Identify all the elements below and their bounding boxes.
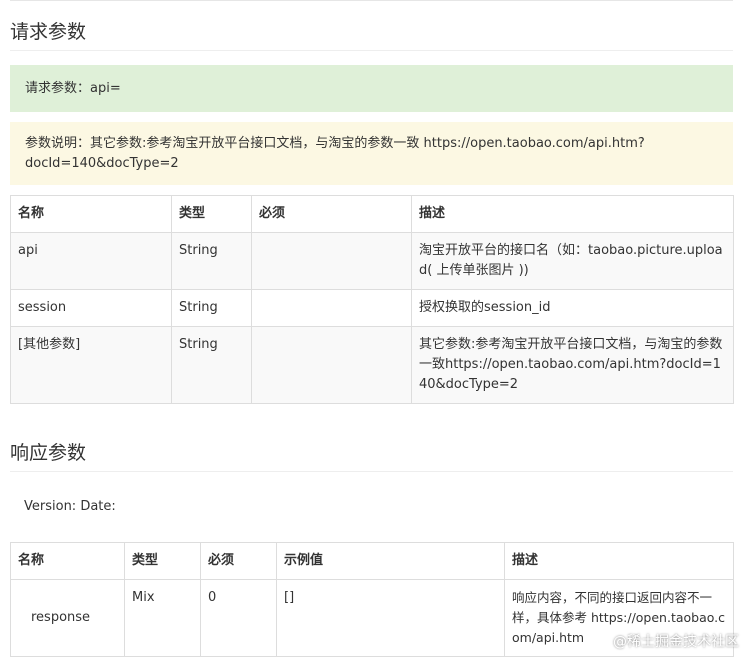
cell-type: String — [171, 232, 252, 290]
col-header-type: 类型 — [171, 195, 252, 233]
cell-required — [251, 289, 412, 327]
cell-type: String — [171, 326, 252, 404]
cell-name: response — [10, 579, 125, 657]
cell-required — [251, 232, 412, 290]
cell-required: 0 — [200, 579, 277, 657]
version-line: Version: Date: — [24, 499, 116, 514]
watermark-text: @稀土掘金技术社区 — [613, 634, 739, 650]
response-params-heading: 响应参数 — [10, 441, 733, 472]
col-header-desc: 描述 — [411, 195, 734, 233]
request-params-text: 请求参数：api= — [25, 80, 121, 96]
request-params-heading: 请求参数 — [10, 20, 733, 51]
cell-example: [] — [276, 579, 505, 657]
top-divider — [10, 0, 733, 1]
params-description-line1: 参数说明：其它参数:参考淘宝开放平台接口文档，与淘宝的参数一致 https://… — [25, 135, 645, 151]
request-params-success-box: 请求参数：api= — [10, 65, 733, 112]
cell-desc: 授权换取的session_id — [411, 289, 734, 327]
cell-name: session — [10, 289, 172, 327]
table-header-row: 名称 类型 必须 描述 — [10, 195, 734, 233]
watermark: @稀土掘金技术社区 — [613, 631, 739, 651]
col-header-required: 必须 — [200, 542, 277, 580]
col-header-name: 名称 — [10, 195, 172, 233]
col-header-example: 示例值 — [276, 542, 505, 580]
cell-name: api — [10, 232, 172, 290]
params-description-line2: docId=140&docType=2 — [25, 155, 179, 171]
table-row: session String 授权换取的session_id — [10, 289, 734, 327]
params-description-box: 参数说明：其它参数:参考淘宝开放平台接口文档，与淘宝的参数一致 https://… — [10, 122, 733, 185]
table-row: [其他参数] String 其它参数:参考淘宝开放平台接口文档，与淘宝的参数一致… — [10, 326, 734, 404]
cell-required — [251, 326, 412, 404]
cell-type: String — [171, 289, 252, 327]
col-header-desc: 描述 — [504, 542, 734, 580]
request-params-table: 名称 类型 必须 描述 api String 淘宝开放平台的接口名（如：taob… — [10, 195, 734, 404]
col-header-name: 名称 — [10, 542, 125, 580]
col-header-type: 类型 — [124, 542, 201, 580]
cell-name: [其他参数] — [10, 326, 172, 404]
table-row: api String 淘宝开放平台的接口名（如：taobao.picture.u… — [10, 232, 734, 290]
table-header-row: 名称 类型 必须 示例值 描述 — [10, 542, 734, 580]
cell-type: Mix — [124, 579, 201, 657]
col-header-required: 必须 — [251, 195, 412, 233]
cell-desc: 淘宝开放平台的接口名（如：taobao.picture.upload( 上传单张… — [411, 232, 734, 290]
cell-desc: 其它参数:参考淘宝开放平台接口文档，与淘宝的参数一致https://open.t… — [411, 326, 734, 404]
